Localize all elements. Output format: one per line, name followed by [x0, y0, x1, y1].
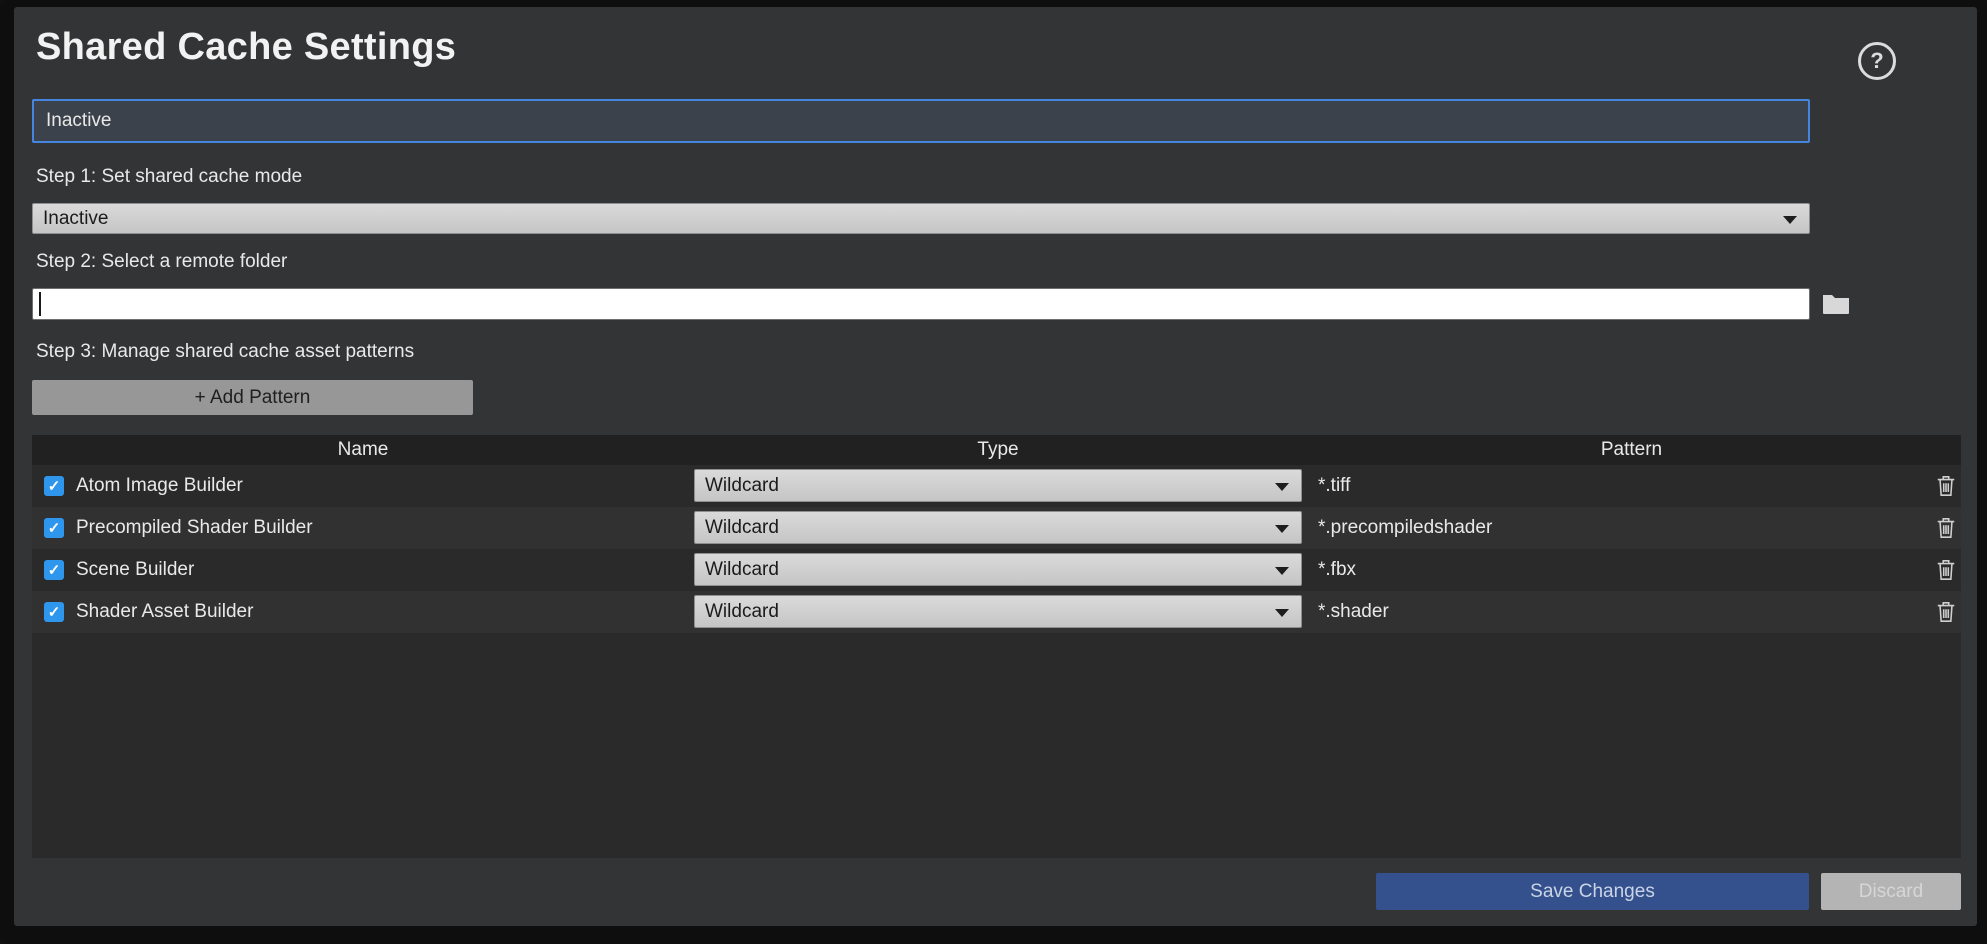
- table-header-row: Name Type Pattern: [32, 435, 1961, 465]
- table-row: Atom Image Builder Wildcard *.tiff: [32, 465, 1961, 507]
- row-name: Precompiled Shader Builder: [76, 517, 313, 539]
- table-row: Precompiled Shader Builder Wildcard *.pr…: [32, 507, 1961, 549]
- cache-mode-dropdown[interactable]: Inactive: [32, 203, 1810, 234]
- row-name: Shader Asset Builder: [76, 601, 253, 623]
- row-type-dropdown[interactable]: Wildcard: [694, 553, 1302, 586]
- row-type-value: Wildcard: [705, 517, 779, 539]
- column-header-name: Name: [32, 439, 694, 461]
- step2-label: Step 2: Select a remote folder: [36, 251, 287, 273]
- table-row: Scene Builder Wildcard *.fbx: [32, 549, 1961, 591]
- cache-mode-selected-value: Inactive: [43, 208, 108, 230]
- trash-icon: [1935, 600, 1957, 624]
- delete-row-button[interactable]: [1934, 558, 1958, 582]
- row-pattern: *.tiff: [1318, 475, 1350, 497]
- delete-row-button[interactable]: [1934, 474, 1958, 498]
- row-checkbox[interactable]: [44, 560, 64, 580]
- row-checkbox[interactable]: [44, 476, 64, 496]
- chevron-down-icon: [1275, 609, 1289, 617]
- text-cursor: [39, 292, 41, 316]
- add-pattern-button[interactable]: + Add Pattern: [32, 380, 473, 415]
- row-type-dropdown[interactable]: Wildcard: [694, 469, 1302, 502]
- chevron-down-icon: [1275, 525, 1289, 533]
- row-type-dropdown[interactable]: Wildcard: [694, 595, 1302, 628]
- row-pattern: *.shader: [1318, 601, 1389, 623]
- row-type-dropdown[interactable]: Wildcard: [694, 511, 1302, 544]
- folder-icon: [1822, 291, 1850, 318]
- column-header-type: Type: [694, 439, 1302, 461]
- trash-icon: [1935, 516, 1957, 540]
- save-changes-button[interactable]: Save Changes: [1376, 873, 1809, 910]
- cache-status-value: Inactive: [46, 110, 111, 132]
- step1-label: Step 1: Set shared cache mode: [36, 166, 302, 188]
- cache-status-field[interactable]: Inactive: [32, 99, 1810, 143]
- settings-panel: Shared Cache Settings ? Inactive Step 1:…: [14, 7, 1977, 926]
- remote-folder-input[interactable]: [32, 288, 1810, 320]
- row-pattern: *.fbx: [1318, 559, 1356, 581]
- page-title: Shared Cache Settings: [36, 26, 456, 69]
- delete-row-button[interactable]: [1934, 516, 1958, 540]
- row-checkbox[interactable]: [44, 518, 64, 538]
- discard-button[interactable]: Discard: [1821, 873, 1961, 910]
- row-name: Scene Builder: [76, 559, 194, 581]
- trash-icon: [1935, 474, 1957, 498]
- row-type-value: Wildcard: [705, 559, 779, 581]
- trash-icon: [1935, 558, 1957, 582]
- column-header-pattern: Pattern: [1302, 439, 1961, 461]
- browse-folder-button[interactable]: [1820, 290, 1852, 318]
- step3-label: Step 3: Manage shared cache asset patter…: [36, 341, 414, 363]
- pattern-table: Name Type Pattern Atom Image Builder Wil…: [32, 435, 1961, 858]
- chevron-down-icon: [1275, 483, 1289, 491]
- help-icon[interactable]: ?: [1858, 42, 1896, 80]
- row-name: Atom Image Builder: [76, 475, 243, 497]
- row-pattern: *.precompiledshader: [1318, 517, 1492, 539]
- chevron-down-icon: [1783, 216, 1797, 224]
- row-checkbox[interactable]: [44, 602, 64, 622]
- row-type-value: Wildcard: [705, 601, 779, 623]
- shared-cache-settings-window: Shared Cache Settings ? Inactive Step 1:…: [0, 0, 1987, 944]
- chevron-down-icon: [1275, 567, 1289, 575]
- table-row: Shader Asset Builder Wildcard *.shader: [32, 591, 1961, 633]
- delete-row-button[interactable]: [1934, 600, 1958, 624]
- row-type-value: Wildcard: [705, 475, 779, 497]
